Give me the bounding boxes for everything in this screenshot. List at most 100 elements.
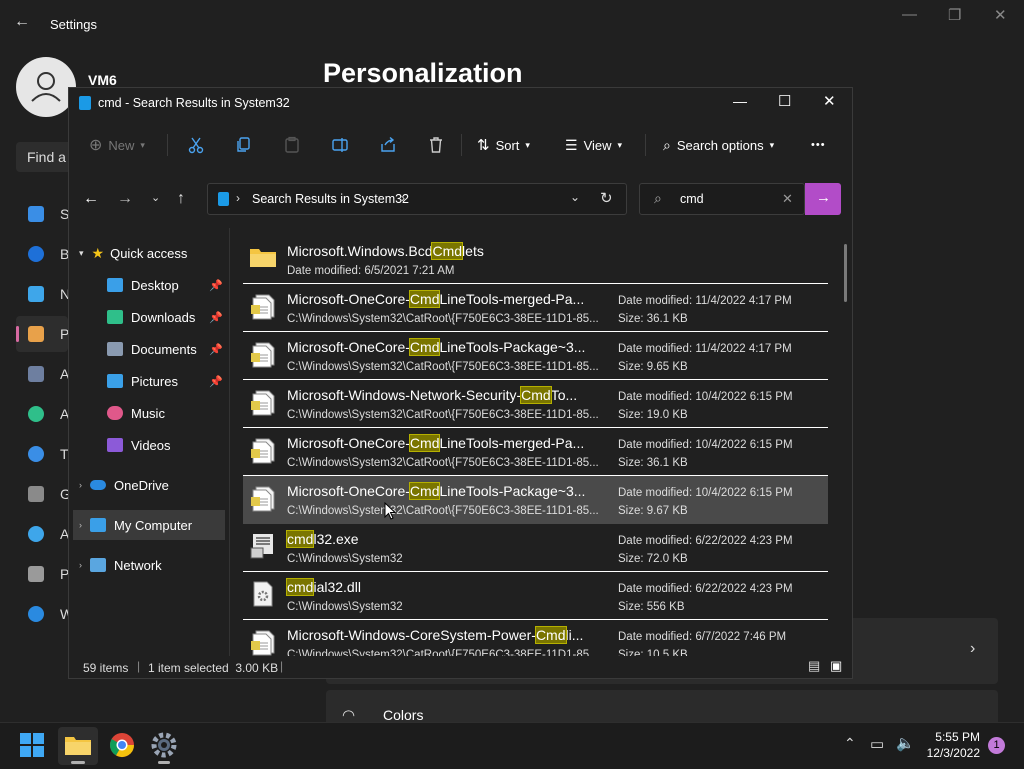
sort-icon: ⇅ [477,137,490,154]
search-options-button[interactable]: ⌕ Search options ▾ [663,130,774,160]
clock-icon [28,446,44,462]
search-icon: ⌕ [654,190,662,206]
file-row[interactable]: cmdl32.exe C:\Windows\System32 Date modifi… [243,524,828,572]
nav-privacy[interactable]: P [16,556,69,592]
file-date: Date modified: 10/4/2022 6:15 PM [618,487,793,499]
taskbar-chrome[interactable] [108,731,138,761]
user-name: VM6 [88,72,117,88]
more-options-button[interactable]: ••• [811,130,826,160]
nav-network[interactable]: › Network [79,550,229,580]
breadcrumb[interactable]: Search Results in System32 [252,192,409,206]
search-match-highlight: cmd [285,578,315,596]
clear-search-icon[interactable]: ✕ [782,191,793,207]
file-size: Size: 9.65 KB [618,361,688,373]
minimize-icon[interactable]: — [902,6,917,23]
tiles-view-icon[interactable]: ▣ [830,658,842,674]
nav-network[interactable]: N [16,276,70,312]
file-row[interactable]: Microsoft-Windows-Network-Security-CmdTo… [243,380,828,428]
nav-bluetooth[interactable]: B [16,236,69,272]
nav-videos[interactable]: Videos [107,430,227,460]
network-icon [90,558,106,572]
copy-button[interactable] [235,130,253,160]
new-button[interactable]: ⊕ New ▾ [89,130,145,160]
delete-button[interactable] [427,130,445,160]
separator [167,134,168,156]
star-icon: ★ [91,244,105,261]
file-date: Date modified: 11/4/2022 4:17 PM [618,295,792,307]
search-go-button[interactable]: → [805,183,841,215]
desktop-icon [107,278,123,292]
monitor-icon [28,206,44,222]
maximize-icon[interactable]: ❐ [948,6,961,24]
sort-button[interactable]: ⇅ Sort ▾ [477,130,530,160]
address-bar[interactable]: › Search Results in System32 › ⌄ ↻ [207,183,627,215]
maximize-icon[interactable]: ☐ [778,92,791,110]
search-match-highlight: Cmd [534,626,567,644]
cut-button[interactable] [187,130,205,160]
apps-icon [28,366,44,382]
file-row[interactable]: Microsoft.Windows.BcdCmdlets Date modifie… [243,236,828,284]
details-view-icon[interactable]: ▤ [808,658,820,674]
back-icon[interactable]: ← [83,190,99,208]
taskbar-file-explorer[interactable] [58,727,98,765]
nav-gaming[interactable]: G [16,476,71,512]
search-match-highlight: Cmd [408,290,441,308]
share-button[interactable] [379,130,397,160]
file-row[interactable]: Microsoft-OneCore-CmdLineTools-merged-Pa… [243,428,828,476]
show-hidden-icons-icon[interactable]: ⌃ [844,735,856,752]
recent-locations-icon[interactable]: ⌄ [151,191,160,204]
start-button[interactable] [18,731,48,761]
nav-onedrive[interactable]: › OneDrive [79,470,229,500]
up-icon[interactable]: ↑ [177,190,185,208]
clock-time[interactable]: 5:55 PM [926,730,980,744]
volume-icon[interactable]: 🔈 [896,734,915,752]
file-row[interactable]: cmdial32.dll C:\Windows\System32 Date modi… [243,572,828,620]
file-row[interactable]: Microsoft-Windows-CoreSystem-Power-Cmdli… [243,620,828,656]
view-button[interactable]: ☰ View ▾ [565,130,622,160]
avatar[interactable] [16,57,76,117]
nav-system[interactable]: Sy [16,196,76,232]
search-input[interactable]: ⌕ cmd ✕ [639,183,805,215]
close-icon[interactable]: ✕ [823,92,836,110]
nav-quick-access[interactable]: ▾ ★ Quick access [79,238,229,268]
security-catalog-icon [249,340,275,368]
nav-personalization[interactable]: P [16,316,69,352]
gear-icon [151,732,177,758]
clock-date[interactable]: 12/3/2022 [926,746,980,760]
nav-time[interactable]: Ti [16,436,71,472]
minimize-icon[interactable]: — [733,93,747,109]
address-dropdown-icon[interactable]: ⌄ [570,190,580,204]
nav-music[interactable]: Music [107,398,227,428]
close-icon[interactable]: ✕ [994,6,1007,24]
file-row[interactable]: Microsoft-OneCore-CmdLineTools-Package~3… [243,332,828,380]
file-name: Microsoft.Windows.BcdCmdlets [287,242,484,260]
nav-apps[interactable]: A [16,356,69,392]
notification-badge[interactable]: 1 [988,737,1005,754]
rename-button[interactable] [331,130,349,160]
search-input[interactable]: Find a [16,142,76,172]
file-row[interactable]: Microsoft-OneCore-CmdLineTools-Package~3… [243,476,828,524]
scrollbar[interactable] [844,244,847,302]
file-path: C:\Windows\System32\CatRoot\{F750E6C3-38… [287,505,599,517]
nav-my-computer[interactable]: › My Computer [73,510,225,540]
search-query[interactable]: cmd [680,192,704,206]
network-status-icon[interactable]: ▭ [870,735,884,753]
title-bar[interactable]: cmd - Search Results in System32 — ☐ ✕ [69,88,854,118]
paste-button[interactable] [283,130,301,160]
separator [645,134,646,156]
back-arrow-icon[interactable]: ← [14,13,30,31]
file-row[interactable]: Microsoft-OneCore-CmdLineTools-merged-Pa… [243,284,828,332]
nav-windows-update[interactable]: W [16,596,73,632]
nav-downloads[interactable]: Downloads 📌 [107,302,227,332]
nav-accessibility[interactable]: A [16,516,69,552]
file-date: Date modified: 10/4/2022 6:15 PM [618,391,793,403]
taskbar-settings[interactable] [150,731,180,764]
refresh-icon[interactable]: ↻ [600,189,613,207]
nav-desktop[interactable]: Desktop 📌 [107,270,227,300]
nav-accounts[interactable]: A [16,396,69,432]
nav-documents[interactable]: Documents 📌 [107,334,227,364]
application-icon [249,532,275,560]
nav-pictures[interactable]: Pictures 📌 [107,366,227,396]
forward-icon[interactable]: → [117,190,133,208]
file-name: Microsoft-Windows-CoreSystem-Power-Cmdli… [287,626,584,644]
